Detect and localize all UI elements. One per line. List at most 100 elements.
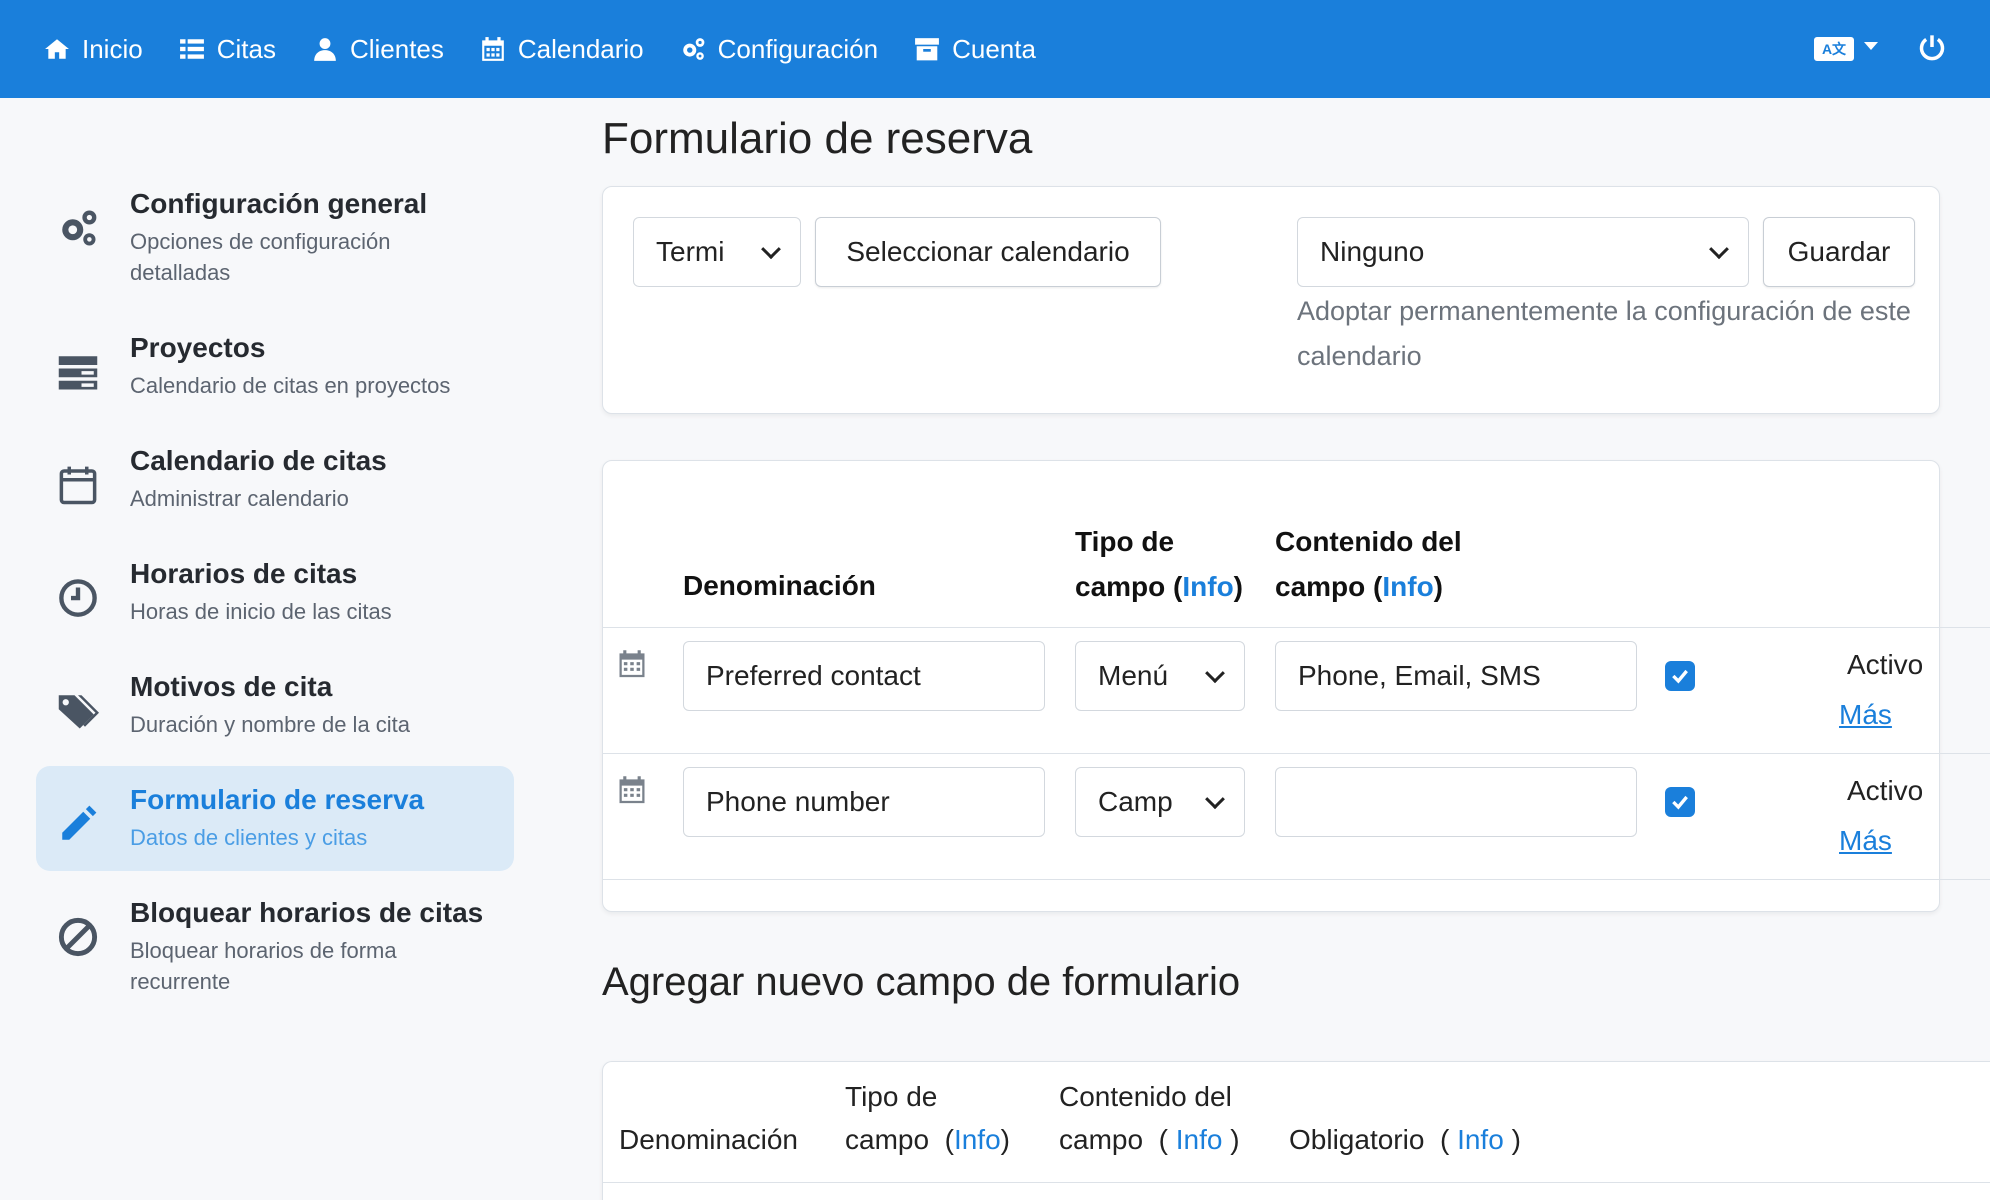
sidebar-item-title: Motivos de cita	[130, 671, 333, 702]
chevron-down-icon	[1205, 663, 1225, 684]
sidebar-item-block-times[interactable]: Bloquear horarios de citas Bloquear hora…	[36, 879, 514, 1015]
help-text: Adoptar permanentemente la configuración…	[1297, 296, 1911, 371]
field-content-input[interactable]: Phone, Email, SMS	[1275, 641, 1637, 711]
info-link[interactable]: Info	[1182, 571, 1233, 602]
nav-clientes[interactable]: Clientes	[312, 0, 444, 98]
nav-label: Configuración	[717, 33, 879, 64]
home-icon	[45, 39, 69, 59]
archive-icon	[915, 38, 939, 61]
sidebar-item-title: Proyectos	[130, 332, 266, 363]
nav-inicio[interactable]: Inicio	[44, 0, 143, 98]
language-dropdown[interactable]: A文	[1814, 37, 1878, 61]
info-link[interactable]: Info	[1457, 1124, 1504, 1155]
nav-citas[interactable]: Citas	[179, 0, 276, 98]
check-icon	[1672, 795, 1688, 810]
header-name: Denominación	[683, 570, 876, 601]
gears-icon	[56, 206, 100, 250]
sidebar-item-subtitle: Calendario de citas en proyectos	[130, 373, 451, 398]
main-content: Formulario de reserva Termi Seleccionar …	[602, 98, 1990, 1200]
nav-label: Cuenta	[952, 33, 1036, 64]
sidebar-item-subtitle: Horas de inicio de las citas	[130, 599, 392, 624]
sidebar-item-subtitle: Duración y nombre de la cita	[130, 712, 411, 737]
calendar-select[interactable]: Ninguno	[1297, 217, 1749, 287]
pencil-icon	[56, 802, 100, 846]
new-field-card: Denominación Tipo de campo (Info) Conten…	[602, 1061, 1990, 1200]
sidebar-item-title: Configuración general	[130, 188, 428, 219]
sidebar-item-subtitle: Bloquear horarios de forma recurrente	[130, 938, 397, 994]
row-divider	[603, 1182, 1990, 1183]
chevron-down-icon	[1709, 239, 1729, 260]
info-link[interactable]: Info	[1382, 571, 1433, 602]
nav-right: A文	[1814, 0, 1946, 98]
translate-icon: A文	[1814, 37, 1854, 61]
sidebar-item-title: Horarios de citas	[130, 558, 358, 589]
more-link[interactable]: Más	[1839, 699, 1892, 731]
sidebar-item-appointment-reasons[interactable]: Motivos de cita Duración y nombre de la …	[36, 653, 514, 758]
calendar-select-value: Ninguno	[1320, 236, 1425, 267]
new-field-section-title: Agregar nuevo campo de formulario	[602, 960, 1241, 1004]
more-link[interactable]: Más	[1839, 825, 1892, 857]
new-header-required: Obligatorio ( Info )	[1289, 1124, 1521, 1155]
logout-button[interactable]	[1918, 33, 1946, 66]
select-calendar-button[interactable]: Seleccionar calendario	[815, 217, 1161, 287]
row-divider	[603, 753, 1990, 754]
field-type-select-value: Camp	[1098, 786, 1173, 817]
calendar-icon	[617, 775, 647, 805]
field-type-select[interactable]: Camp	[1075, 767, 1245, 837]
form-type-select[interactable]: Termi	[633, 217, 801, 287]
list-icon	[179, 39, 204, 59]
nav-label: Calendario	[517, 33, 644, 64]
power-icon	[1919, 34, 1945, 60]
calendar-icon	[482, 37, 504, 61]
server-icon	[56, 350, 100, 394]
field-type-select-value: Menú	[1098, 660, 1169, 691]
save-button[interactable]: Guardar	[1763, 217, 1915, 287]
field-name-input[interactable]: Phone number	[683, 767, 1045, 837]
field-active-checkbox[interactable]	[1665, 661, 1695, 691]
new-header-content: Contenido del campo ( Info )	[1059, 1081, 1240, 1155]
user-icon	[314, 38, 336, 61]
row-divider	[603, 879, 1990, 880]
field-active-checkbox[interactable]	[1665, 787, 1695, 817]
chevron-down-icon	[761, 239, 781, 260]
row-divider	[603, 627, 1990, 628]
nav-label: Clientes	[349, 33, 444, 64]
sidebar-item-appointment-calendar[interactable]: Calendario de citas Administrar calendar…	[36, 427, 514, 532]
nav-cuenta[interactable]: Cuenta	[914, 0, 1036, 98]
calendar-icon	[617, 649, 647, 679]
sidebar-item-subtitle: Datos de clientes y citas	[130, 825, 368, 850]
nav-configuracion[interactable]: Configuración	[680, 0, 878, 98]
form-fields-card: Denominación Tipo de campo (Info) Conten…	[602, 460, 1990, 912]
chevron-down-icon	[1205, 789, 1225, 810]
nav-calendario[interactable]: Calendario	[480, 0, 644, 98]
sidebar-item-projects[interactable]: Proyectos Calendario de citas en proyect…	[36, 314, 514, 419]
sidebar: Configuración general Opciones de config…	[36, 170, 514, 1023]
sidebar-item-title: Bloquear horarios de citas	[130, 897, 484, 928]
new-header-name: Denominación	[619, 1124, 798, 1155]
field-content-input[interactable]	[1275, 767, 1637, 837]
sidebar-item-general-settings[interactable]: Configuración general Opciones de config…	[36, 170, 514, 306]
info-link[interactable]: Info	[954, 1124, 1001, 1155]
sidebar-item-subtitle: Administrar calendario	[130, 486, 349, 511]
sidebar-item-title: Formulario de reserva	[130, 784, 425, 815]
field-name-input[interactable]: Preferred contact	[683, 641, 1045, 711]
page-title: Formulario de reserva	[602, 114, 1033, 163]
field-status-label: Activo	[1847, 775, 1924, 806]
clock-icon	[56, 576, 100, 620]
header-type: Tipo de campo (Info)	[1075, 526, 1243, 602]
gears-icon	[682, 38, 705, 60]
sidebar-item-subtitle: Opciones de configuración detalladas	[130, 229, 391, 285]
nav-label: Citas	[216, 33, 276, 64]
sidebar-item-title: Calendario de citas	[130, 445, 387, 476]
info-link[interactable]: Info	[1176, 1124, 1223, 1155]
tags-icon	[56, 689, 100, 733]
sidebar-item-appointment-times[interactable]: Horarios de citas Horas de inicio de las…	[36, 540, 514, 645]
check-icon	[1672, 669, 1688, 684]
field-type-select[interactable]: Menú	[1075, 641, 1245, 711]
form-type-select-value: Termi	[656, 236, 725, 267]
nav-label: Inicio	[82, 33, 143, 64]
sidebar-item-booking-form[interactable]: Formulario de reserva Datos de clientes …	[36, 766, 514, 871]
calendar-icon	[56, 463, 100, 507]
caret-down-icon	[1864, 42, 1878, 50]
calendar-settings-card: Termi Seleccionar calendario Ninguno Gua…	[602, 186, 1940, 414]
